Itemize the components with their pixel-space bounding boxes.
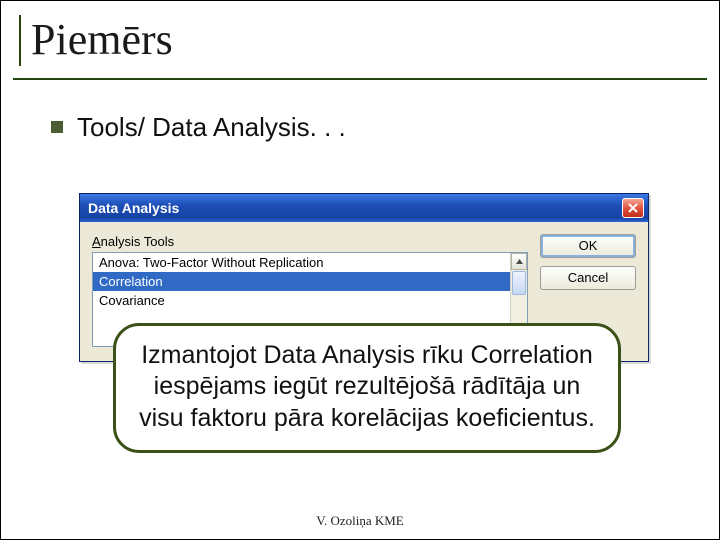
scroll-thumb[interactable] bbox=[512, 271, 526, 295]
scroll-up-button[interactable] bbox=[511, 253, 527, 270]
page-title: Piemērs bbox=[19, 15, 701, 66]
close-button[interactable] bbox=[622, 198, 644, 218]
callout: Izmantojot Data Analysis rīku Correlatio… bbox=[113, 323, 621, 453]
dialog-titlebar[interactable]: Data Analysis bbox=[80, 194, 648, 222]
slide: Piemērs Tools/ Data Analysis. . . Data A… bbox=[1, 1, 719, 539]
analysis-tools-label: Analysis Tools bbox=[92, 234, 528, 249]
bullet-text: Tools/ Data Analysis. . . bbox=[77, 112, 346, 143]
ok-button[interactable]: OK bbox=[540, 234, 636, 258]
dialog-title: Data Analysis bbox=[88, 200, 179, 216]
close-icon bbox=[628, 203, 638, 213]
bullet-row: Tools/ Data Analysis. . . bbox=[51, 112, 719, 143]
label-rest: nalysis Tools bbox=[101, 234, 174, 249]
list-item[interactable]: Anova: Two-Factor Without Replication bbox=[93, 253, 527, 272]
list-item[interactable]: Covariance bbox=[93, 291, 527, 310]
list-item[interactable]: Correlation bbox=[93, 272, 527, 291]
bullet-icon bbox=[51, 121, 63, 133]
title-wrap: Piemērs bbox=[13, 11, 707, 80]
cancel-button[interactable]: Cancel bbox=[540, 266, 636, 290]
label-accel: A bbox=[92, 234, 101, 249]
slide-footer: V. Ozoliņa KME bbox=[1, 513, 719, 529]
chevron-up-icon bbox=[516, 259, 523, 264]
callout-text: Izmantojot Data Analysis rīku Correlatio… bbox=[139, 341, 595, 432]
